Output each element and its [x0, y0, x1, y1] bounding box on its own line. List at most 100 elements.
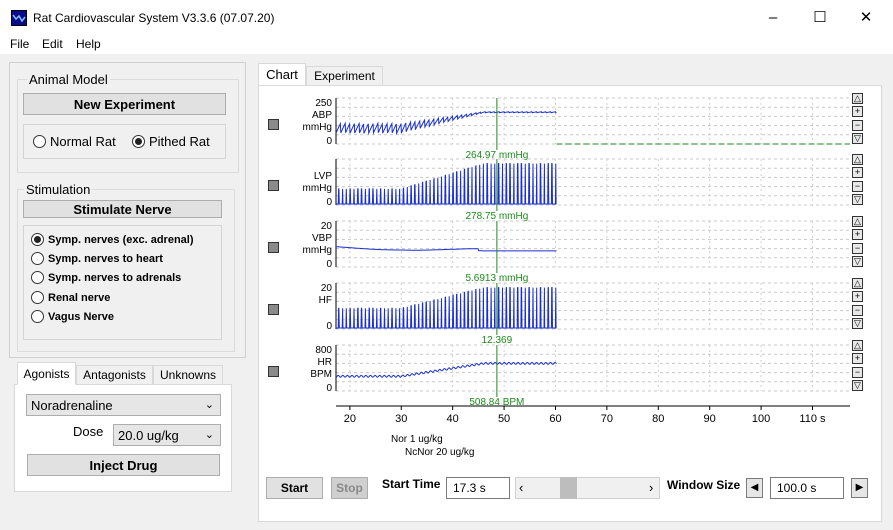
inject-drug-button[interactable]: Inject Drug — [27, 454, 220, 476]
scale-down-icon[interactable]: ▽ — [852, 317, 863, 329]
radio-label: Normal Rat — [50, 134, 116, 149]
maximize-button[interactable]: ☐ — [797, 0, 843, 34]
trace-name: HR — [318, 357, 332, 368]
radio-dot — [31, 252, 44, 265]
zoom-out-icon[interactable]: − — [852, 119, 863, 131]
trace-readout: 12.369 — [482, 335, 513, 346]
radio-renal-nerve[interactable]: Renal nerve — [31, 291, 110, 304]
x-tick-label: 50 — [498, 413, 510, 425]
tab-agonists[interactable]: Agonists — [17, 362, 76, 385]
radio-symp-adrenals[interactable]: Symp. nerves to adrenals — [31, 271, 181, 284]
x-tick-label: 80 — [652, 413, 664, 425]
zoom-in-icon[interactable]: + — [852, 167, 863, 179]
menu-file[interactable]: File — [10, 37, 29, 51]
close-button[interactable]: ✕ — [843, 0, 889, 34]
trace-waveform — [335, 111, 557, 136]
scale-up-icon[interactable]: △ — [852, 154, 863, 165]
window-size-increase-icon[interactable]: ▶ — [851, 478, 868, 498]
event-annotation: Nor 1 ug/kg — [391, 434, 443, 445]
scale-down-icon[interactable]: ▽ — [852, 379, 863, 391]
scale-down-icon[interactable]: ▽ — [852, 193, 863, 205]
chevron-down-icon: ⌄ — [204, 429, 214, 441]
start-button[interactable]: Start — [266, 477, 323, 499]
trace-name: LVP — [314, 171, 332, 182]
tab-antagonists[interactable]: Antagonists — [76, 365, 153, 385]
chart-area: 250ABPmmHg0264.97 mmHgLVPmmHg0278.75 mmH… — [303, 97, 850, 458]
event-annotation: NcNor 20 ug/kg — [405, 447, 474, 458]
radio-label: Symp. nerves to adrenals — [48, 271, 182, 284]
y-bottom-label: 0 — [326, 259, 332, 270]
zoom-out-icon[interactable]: − — [852, 180, 863, 192]
radio-symp-heart[interactable]: Symp. nerves to heart — [31, 252, 163, 265]
stop-button[interactable]: Stop — [331, 477, 368, 499]
trace-unit: mmHg — [303, 122, 332, 133]
radio-label: Renal nerve — [48, 291, 111, 304]
zoom-out-icon[interactable]: − — [852, 366, 863, 378]
trace-visible-checkbox[interactable] — [268, 304, 279, 315]
scale-up-icon[interactable]: △ — [852, 340, 863, 351]
y-bottom-label: 0 — [326, 136, 332, 147]
start-time-input[interactable]: 17.3 s — [446, 477, 510, 499]
zoom-in-icon[interactable]: + — [852, 291, 863, 303]
menu-bar — [0, 34, 893, 54]
scroll-right-icon[interactable]: › — [649, 480, 653, 495]
radio-label: Pithed Rat — [149, 134, 210, 149]
zoom-in-icon[interactable]: + — [852, 229, 863, 241]
window-size-label: Window Size — [667, 478, 741, 492]
radio-dot-selected — [132, 135, 145, 148]
x-tick-label: 60 — [549, 413, 561, 425]
app-icon — [11, 10, 27, 26]
y-bottom-label: 0 — [326, 383, 332, 394]
time-scrollbar[interactable] — [515, 477, 660, 499]
trace-visible-checkbox[interactable] — [268, 119, 279, 130]
scroll-left-icon[interactable]: ‹ — [519, 480, 523, 495]
trace-unit: mmHg — [303, 183, 332, 194]
radio-symp-exc-adrenal[interactable]: Symp. nerves (exc. adrenal) — [31, 233, 194, 246]
y-top-label: 20 — [321, 221, 333, 232]
zoom-in-icon[interactable]: + — [852, 353, 863, 365]
scale-down-icon[interactable]: ▽ — [852, 255, 863, 267]
trace-visible-checkbox[interactable] — [268, 242, 279, 253]
scale-up-icon[interactable]: △ — [852, 93, 863, 104]
trace-waveform — [336, 287, 557, 329]
tab-unknowns[interactable]: Unknowns — [153, 365, 223, 385]
x-tick-label: 110 s — [799, 413, 826, 425]
y-top-label: 800 — [315, 345, 332, 356]
drug-select[interactable]: Noradrenaline ⌄ — [26, 394, 221, 416]
trace-name: HF — [319, 295, 332, 306]
radio-dot — [33, 135, 46, 148]
trace-unit: mmHg — [303, 245, 332, 256]
scale-up-icon[interactable]: △ — [852, 278, 863, 289]
scale-down-icon[interactable]: ▽ — [852, 132, 863, 144]
window-size-input[interactable]: 100.0 s — [770, 477, 844, 499]
zoom-out-icon[interactable]: − — [852, 242, 863, 254]
start-time-label: Start Time — [382, 477, 441, 491]
scale-up-icon[interactable]: △ — [852, 216, 863, 227]
radio-dot-selected — [31, 233, 44, 246]
radio-dot — [31, 271, 44, 284]
radio-vagus-nerve[interactable]: Vagus Nerve — [31, 310, 114, 323]
x-tick-label: 30 — [395, 413, 407, 425]
radio-normal-rat[interactable]: Normal Rat — [33, 134, 116, 149]
dose-select[interactable]: 20.0 ug/kg ⌄ — [113, 424, 221, 446]
trace-visible-checkbox[interactable] — [268, 180, 279, 191]
trace-unit: BPM — [310, 369, 332, 380]
scrollbar-thumb[interactable] — [560, 477, 577, 499]
zoom-out-icon[interactable]: − — [852, 304, 863, 316]
stimulate-nerve-button[interactable]: Stimulate Nerve — [23, 200, 222, 218]
minimize-button[interactable]: – — [750, 0, 796, 34]
radio-pithed-rat[interactable]: Pithed Rat — [132, 134, 210, 149]
chevron-down-icon: ⌄ — [204, 399, 214, 411]
trace-name: ABP — [312, 110, 332, 121]
stimulation-title: Stimulation — [24, 182, 93, 197]
new-experiment-button[interactable]: New Experiment — [23, 93, 226, 115]
y-top-label: 250 — [315, 98, 332, 109]
menu-edit[interactable]: Edit — [42, 37, 63, 51]
tab-chart[interactable]: Chart — [258, 63, 306, 86]
trace-visible-checkbox[interactable] — [268, 366, 279, 377]
window-size-decrease-icon[interactable]: ◀ — [746, 478, 763, 498]
menu-help[interactable]: Help — [76, 37, 101, 51]
zoom-in-icon[interactable]: + — [852, 106, 863, 118]
radio-label: Vagus Nerve — [48, 310, 115, 323]
tab-experiment[interactable]: Experiment — [306, 66, 383, 86]
